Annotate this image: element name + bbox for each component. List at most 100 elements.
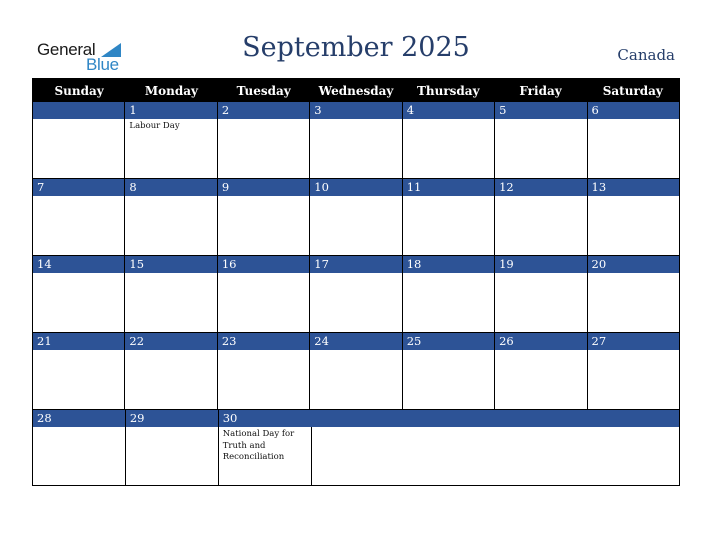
day-number-bar: 12 <box>495 179 587 196</box>
day-cell[interactable] <box>494 409 588 486</box>
day-cell[interactable]: 7 <box>33 178 125 255</box>
day-cell[interactable]: 13 <box>586 178 679 255</box>
day-number: 13 <box>591 180 607 194</box>
day-cell[interactable]: 2 <box>216 101 310 178</box>
day-number-bar: 16 <box>217 256 310 273</box>
day-cell[interactable]: 29 <box>124 409 218 486</box>
day-number-bar: 15 <box>125 256 217 273</box>
day-number: 9 <box>221 180 230 194</box>
day-cell[interactable]: 9 <box>216 178 310 255</box>
weekday-header: Tuesday <box>236 84 291 98</box>
holiday-label: National Day for Truth and Reconciliatio… <box>222 429 295 462</box>
weekday-header: Thursday <box>416 84 480 98</box>
day-number: 12 <box>499 180 514 194</box>
day-cell[interactable]: 22 <box>124 332 217 409</box>
day-cell[interactable]: 17 <box>309 255 402 332</box>
day-cell[interactable]: 12 <box>494 178 587 255</box>
day-number-bar: 17 <box>310 256 402 273</box>
day-number-bar: 8 <box>125 179 217 196</box>
day-number: 4 <box>406 103 415 117</box>
weekday-header: Wednesday <box>318 84 394 98</box>
day-number-bar: 28 <box>33 410 125 427</box>
day-number-bar: 29 <box>125 410 218 427</box>
day-number-bar: 24 <box>310 333 402 350</box>
day-cell[interactable] <box>33 101 125 178</box>
day-number-bar: 27 <box>587 333 679 350</box>
day-cell[interactable]: 1 Labour Day <box>124 101 217 178</box>
day-number: 23 <box>221 334 237 348</box>
day-cell[interactable] <box>310 409 404 486</box>
day-cell[interactable]: 25 <box>401 332 495 409</box>
day-cell[interactable]: 30 National Day for Truth and Reconciliat… <box>217 409 311 486</box>
day-number: 18 <box>406 257 422 271</box>
day-number-bar <box>494 410 588 427</box>
day-cell[interactable] <box>402 409 496 486</box>
weekday-header: Friday <box>519 84 562 98</box>
day-number-bar <box>33 102 125 119</box>
day-number-bar: 26 <box>495 333 587 350</box>
day-number-bar: 5 <box>495 102 587 119</box>
day-number: 24 <box>314 334 329 348</box>
day-number: 3 <box>314 103 322 117</box>
day-cell[interactable]: 28 <box>33 409 125 486</box>
day-cell[interactable]: 3 <box>309 101 402 178</box>
day-number-bar <box>402 410 496 427</box>
day-number: 29 <box>129 411 145 425</box>
day-number: 16 <box>221 257 237 271</box>
week-row: 28 29 30 National Day for Truth and Reconci… <box>33 409 680 486</box>
day-cell[interactable]: 26 <box>494 332 587 409</box>
day-number: 14 <box>37 257 52 271</box>
day-number: 25 <box>406 334 422 348</box>
day-number: 28 <box>37 411 52 425</box>
day-number: 27 <box>591 334 607 348</box>
week-row: 7 8 9 10 11 12 13 <box>33 178 679 255</box>
weekday-header-row: Sunday Monday Tuesday Wednesday Thursday… <box>33 79 679 102</box>
day-cell[interactable]: 11 <box>401 178 495 255</box>
day-number: 7 <box>37 180 45 194</box>
day-cell[interactable]: 5 <box>494 101 587 178</box>
day-cell[interactable]: 14 <box>33 255 125 332</box>
day-cell[interactable]: 15 <box>124 255 217 332</box>
day-number-bar: 10 <box>310 179 402 196</box>
day-number-bar: 25 <box>402 333 495 350</box>
day-number: 8 <box>129 180 137 194</box>
day-number: 17 <box>314 257 329 271</box>
weekday-header: Saturday <box>602 84 663 98</box>
day-cell[interactable]: 16 <box>216 255 310 332</box>
day-number-bar: 9 <box>217 179 310 196</box>
day-cell[interactable]: 24 <box>309 332 402 409</box>
day-number: 1 <box>129 103 137 117</box>
day-number: 10 <box>314 180 329 194</box>
day-cell[interactable]: 10 <box>309 178 402 255</box>
weekday-header: Monday <box>144 84 198 98</box>
day-number-bar: 18 <box>402 256 495 273</box>
week-row: 1 Labour Day 2 3 4 5 6 <box>33 101 679 178</box>
day-cell[interactable]: 8 <box>124 178 217 255</box>
day-number: 15 <box>129 257 145 271</box>
day-cell[interactable]: 21 <box>33 332 125 409</box>
day-cell[interactable]: 4 <box>401 101 495 178</box>
day-number-bar: 22 <box>125 333 217 350</box>
day-number: 26 <box>499 334 514 348</box>
day-cell[interactable]: 27 <box>586 332 679 409</box>
day-cell[interactable]: 20 <box>586 255 679 332</box>
day-number-bar: 19 <box>495 256 587 273</box>
day-number: 20 <box>591 257 607 271</box>
day-number: 19 <box>499 257 514 271</box>
day-number: 30 <box>222 411 238 425</box>
day-cell[interactable]: 23 <box>216 332 310 409</box>
day-number: 6 <box>591 103 599 117</box>
day-number: 11 <box>406 180 422 194</box>
day-number-bar: 4 <box>402 102 495 119</box>
day-cell[interactable] <box>586 409 680 486</box>
day-number-bar: 30 <box>218 410 311 427</box>
country-label: Canada <box>617 46 675 64</box>
day-cell[interactable]: 18 <box>401 255 495 332</box>
day-cell[interactable]: 6 <box>586 101 679 178</box>
week-row: 21 22 23 24 25 26 27 <box>33 332 679 409</box>
weekday-header: Sunday <box>54 84 104 98</box>
day-number-bar <box>586 410 680 427</box>
calendar-grid: Sunday Monday Tuesday Wednesday Thursday… <box>32 78 680 486</box>
day-cell[interactable]: 19 <box>494 255 587 332</box>
day-number-bar: 21 <box>33 333 125 350</box>
